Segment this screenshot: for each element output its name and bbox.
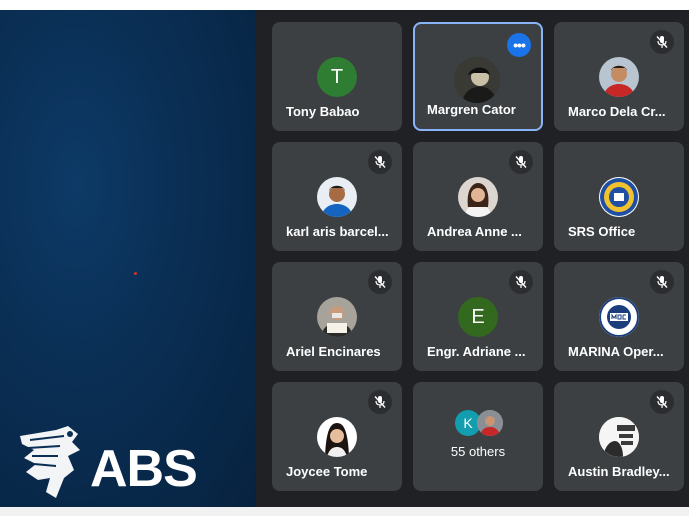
mic-off-icon xyxy=(368,150,392,174)
participant-name: Andrea Anne ... xyxy=(427,224,522,239)
mic-off-icon xyxy=(509,270,533,294)
mic-off-icon xyxy=(650,270,674,294)
profile-graphic-icon xyxy=(599,417,639,457)
top-strip xyxy=(0,0,689,10)
avatar xyxy=(599,417,639,457)
participant-name: MARINA Oper... xyxy=(568,344,664,359)
avatar xyxy=(317,297,357,337)
participant-tile[interactable]: karl aris barcel... xyxy=(272,142,402,251)
participant-tile[interactable]: E Engr. Adriane ... xyxy=(413,262,543,371)
others-count-label: 55 others xyxy=(450,444,506,459)
organization-logo-icon xyxy=(599,297,639,337)
others-avatars: K xyxy=(455,410,505,438)
profile-photo-icon xyxy=(317,297,357,337)
avatar xyxy=(317,177,357,217)
participant-tile[interactable]: Austin Bradley... xyxy=(554,382,684,491)
participant-tile[interactable]: MARINA Oper... xyxy=(554,262,684,371)
participant-tile[interactable]: Andrea Anne ... xyxy=(413,142,543,251)
organization-seal-icon xyxy=(600,178,638,216)
abs-logo-text: ABS xyxy=(90,440,198,498)
participant-name: Marco Dela Cr... xyxy=(568,104,666,119)
avatar-initial: K xyxy=(463,415,473,431)
mic-off-icon xyxy=(650,390,674,414)
mic-off-icon xyxy=(509,150,533,174)
avatar-initial: E xyxy=(471,305,485,328)
avatar xyxy=(317,417,357,457)
profile-photo-icon xyxy=(454,57,500,103)
profile-photo-icon xyxy=(458,177,498,217)
profile-photo-icon xyxy=(317,417,357,457)
participant-tile[interactable]: T Tony Babao xyxy=(272,22,402,131)
profile-photo-icon xyxy=(599,57,639,97)
participant-name: Joycee Tome xyxy=(286,464,368,479)
participant-name: Tony Babao xyxy=(286,104,360,119)
participant-name: Margren Cator xyxy=(427,102,516,117)
mic-off-icon xyxy=(368,270,392,294)
avatar xyxy=(454,57,500,103)
participant-name: Austin Bradley... xyxy=(568,464,670,479)
shared-screen-presentation: ABS xyxy=(0,10,256,507)
participant-tile[interactable]: SRS Office xyxy=(554,142,684,251)
avatar xyxy=(599,177,639,217)
pointer-dot xyxy=(134,272,137,275)
participant-name: Engr. Adriane ... xyxy=(427,344,526,359)
mic-off-icon xyxy=(368,390,392,414)
participant-tile[interactable]: Ariel Encinares xyxy=(272,262,402,371)
more-options-icon[interactable]: ••• xyxy=(507,33,531,57)
profile-photo-icon xyxy=(477,410,503,436)
bottom-strip xyxy=(0,507,689,516)
participant-grid: T Tony Babao ••• Margren Cator Marco Del… xyxy=(256,10,689,507)
avatar xyxy=(458,177,498,217)
avatar-initial: T xyxy=(330,65,344,88)
avatar xyxy=(599,57,639,97)
avatar: T xyxy=(317,57,357,97)
participant-tile[interactable]: Marco Dela Cr... xyxy=(554,22,684,131)
participant-name: SRS Office xyxy=(568,224,636,239)
avatar: E xyxy=(458,297,498,337)
participant-tile[interactable]: Joycee Tome xyxy=(272,382,402,491)
avatar xyxy=(477,410,503,436)
participant-tile-active[interactable]: ••• Margren Cator xyxy=(413,22,543,131)
profile-photo-icon xyxy=(317,177,357,217)
avatar xyxy=(599,297,639,337)
participant-name: karl aris barcel... xyxy=(286,224,389,239)
participant-name: Ariel Encinares xyxy=(286,344,381,359)
mic-off-icon xyxy=(650,30,674,54)
others-tile[interactable]: K 55 others xyxy=(413,382,543,491)
